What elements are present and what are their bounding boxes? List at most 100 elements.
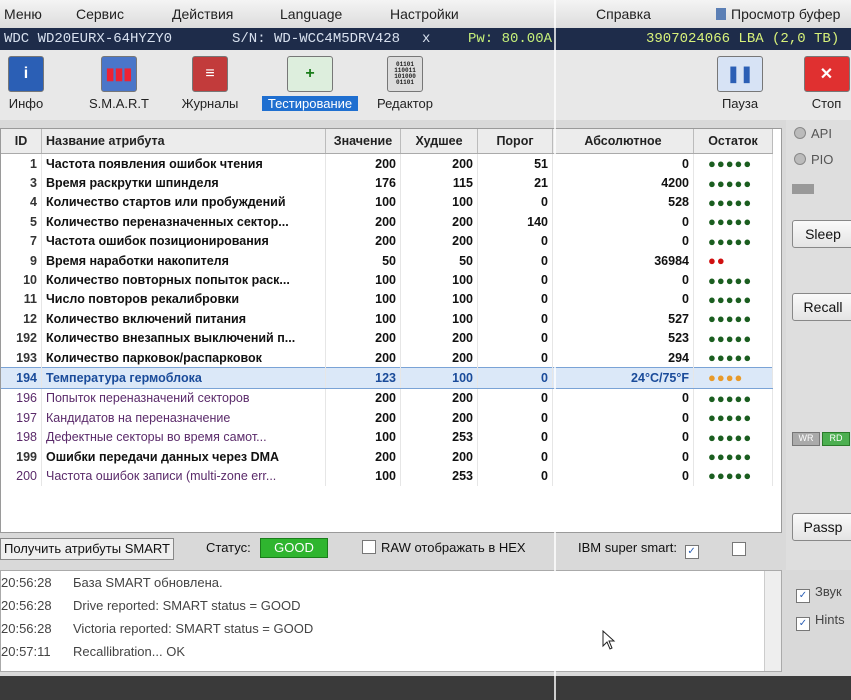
menu-help[interactable]: Справка xyxy=(596,6,651,22)
attr-name: Количество повторных попыток раск... xyxy=(41,270,326,290)
col-threshold[interactable]: Порог xyxy=(477,129,553,154)
table-row[interactable]: 192 Количество внезапных выключений п... 2… xyxy=(1,328,773,348)
sound-checkbox[interactable]: ✓ Звук xyxy=(796,584,842,603)
attr-id: 192 xyxy=(1,328,42,348)
attr-remaining: ●● xyxy=(693,250,773,271)
table-row[interactable]: 11 Число повторов рекалибровки 100 100 0 0 ●●●… xyxy=(1,289,773,310)
table-row[interactable]: 10 Количество повторных попыток раск... 10… xyxy=(1,270,773,290)
table-header-row: ID Название атрибута Значение Худшее Пор… xyxy=(1,129,773,154)
col-value[interactable]: Значение xyxy=(325,129,401,154)
table-row[interactable]: 196 Попыток переназначений секторов 200 200… xyxy=(1,388,773,409)
table-row[interactable]: 1 Частота появления ошибок чтения 200 200 51… xyxy=(1,153,773,174)
stop-label: Стоп xyxy=(811,96,842,111)
menu-language[interactable]: Language xyxy=(280,6,342,22)
attr-threshold: 0 xyxy=(477,388,553,409)
col-id[interactable]: ID xyxy=(1,129,42,154)
device-close-button[interactable]: x xyxy=(422,31,430,47)
attr-name: Время раскрутки шпинделя xyxy=(41,173,326,193)
passp-button[interactable]: Passp xyxy=(792,513,851,541)
check-icon: ✓ xyxy=(796,617,810,631)
log-time: 20:56:28 xyxy=(1,621,52,636)
attr-id: 11 xyxy=(1,289,42,310)
sleep-button[interactable]: Sleep xyxy=(792,220,851,248)
attr-remaining: ●●●●● xyxy=(693,192,773,213)
col-name[interactable]: Название атрибута xyxy=(41,129,326,154)
attr-threshold: 0 xyxy=(477,250,553,271)
attr-threshold: 0 xyxy=(477,270,553,290)
attr-threshold: 51 xyxy=(477,153,553,174)
smart-attributes-table[interactable]: ID Название атрибута Значение Худшее Пор… xyxy=(0,128,782,533)
attr-remaining: ●●●●● xyxy=(693,289,773,310)
attr-value: 200 xyxy=(325,408,401,428)
table-row[interactable]: 193 Количество парковок/распарковок 200 200… xyxy=(1,347,773,368)
pio-radio[interactable]: PIO xyxy=(794,152,833,167)
tab-info[interactable]: i Инфо xyxy=(4,56,48,111)
recall-button[interactable]: Recall xyxy=(792,293,851,321)
table-row[interactable]: 194 Температура гермоблока 123 100 0 24°C/75°… xyxy=(1,367,773,389)
tab-logs[interactable]: ≡ Журналы xyxy=(178,56,242,111)
pause-button[interactable]: ❚❚ Пауза xyxy=(716,56,764,111)
table-row[interactable]: 4 Количество стартов или пробуждений 100 10… xyxy=(1,192,773,213)
get-smart-button[interactable]: Получить атрибуты SMART xyxy=(0,538,174,560)
attr-worst: 253 xyxy=(400,427,478,447)
menu-service[interactable]: Сервис xyxy=(76,6,124,22)
attr-remaining: ●●●●● xyxy=(693,270,773,290)
attr-worst: 200 xyxy=(400,388,478,409)
menu-settings[interactable]: Настройки xyxy=(390,6,459,22)
tab-smart[interactable]: ▮▮▮ S.M.A.R.T xyxy=(84,56,154,111)
chart-icon: ▮▮▮ xyxy=(101,56,137,92)
table-row[interactable]: 198 Дефектные секторы во время самот... 10… xyxy=(1,427,773,447)
attr-remaining: ●●●●● xyxy=(693,347,773,368)
binary-editor-icon: 01101 110011 101000 01101 xyxy=(387,56,423,92)
log-panel[interactable]: 20:56:28 База SMART обновлена. 20:56:28 Dri… xyxy=(0,570,782,672)
attr-threshold: 0 xyxy=(477,427,553,447)
table-row[interactable]: 3 Время раскрутки шпинделя 176 115 21 4200 ●●●… xyxy=(1,173,773,193)
col-raw[interactable]: Абсолютное xyxy=(552,129,694,154)
buffer-icon xyxy=(716,8,726,20)
attr-id: 200 xyxy=(1,466,42,486)
attr-id: 194 xyxy=(1,367,42,389)
attr-name: Количество включений питания xyxy=(41,309,326,329)
log-scrollbar[interactable] xyxy=(764,571,781,671)
attr-raw: 0 xyxy=(552,408,694,428)
attr-value: 100 xyxy=(325,289,401,310)
col-worst[interactable]: Худшее xyxy=(400,129,478,154)
ibm-label: IBM super smart: xyxy=(578,540,677,555)
tab-testing[interactable]: + Тестирование xyxy=(262,56,358,111)
table-row[interactable]: 7 Частота ошибок позиционирования 200 200 0 0… xyxy=(1,231,773,251)
table-row[interactable]: 12 Количество включений питания 100 100 0 527… xyxy=(1,309,773,329)
attr-value: 123 xyxy=(325,367,401,389)
menu-buffer-view[interactable]: Просмотр буфер xyxy=(716,6,840,22)
col-remaining[interactable]: Остаток xyxy=(693,129,773,154)
log-message: Recallibration... OK xyxy=(73,644,185,659)
attr-value: 200 xyxy=(325,347,401,368)
radio-dot-icon xyxy=(794,153,806,165)
ibm-smart-checkbox[interactable]: IBM super smart: ✓ xyxy=(578,540,704,559)
tab-editor[interactable]: 01101 110011 101000 01101 Редактор xyxy=(372,56,438,111)
attr-raw: 0 xyxy=(552,427,694,447)
attr-value: 100 xyxy=(325,309,401,329)
menu-actions[interactable]: Действия xyxy=(172,6,233,22)
extra-checkbox[interactable] xyxy=(732,542,746,556)
attr-name: Количество переназначенных сектор... xyxy=(41,212,326,232)
api-radio[interactable]: API xyxy=(794,126,832,141)
menu-main[interactable]: Меню xyxy=(4,6,42,22)
stop-button[interactable]: ✕ Стоп xyxy=(802,56,851,111)
menu-buffer-label: Просмотр буфер xyxy=(731,6,841,22)
raw-hex-checkbox[interactable]: RAW отображать в HEX xyxy=(362,540,526,555)
attr-remaining: ●●●●● xyxy=(693,446,773,467)
table-row[interactable]: 197 Кандидатов на переназначение 200 200 0 0 ●… xyxy=(1,408,773,428)
attr-worst: 200 xyxy=(400,212,478,232)
hints-checkbox[interactable]: ✓ Hints xyxy=(796,612,845,631)
taskbar xyxy=(0,676,851,700)
table-row[interactable]: 200 Частота ошибок записи (multi-zone err… xyxy=(1,466,773,486)
attr-value: 200 xyxy=(325,388,401,409)
attr-value: 200 xyxy=(325,153,401,174)
table-row[interactable]: 9 Время наработки накопителя 50 50 0 36984 ●● xyxy=(1,250,773,271)
table-row[interactable]: 5 Количество переназначенных сектор... 200… xyxy=(1,212,773,232)
attr-name: Попыток переназначений секторов xyxy=(41,388,326,409)
device-model: WDC WD20EURX-64HYZY0 xyxy=(4,31,173,47)
table-row[interactable]: 199 Ошибки передачи данных через DMA 200 20… xyxy=(1,446,773,467)
attr-worst: 253 xyxy=(400,466,478,486)
attr-threshold: 0 xyxy=(477,466,553,486)
